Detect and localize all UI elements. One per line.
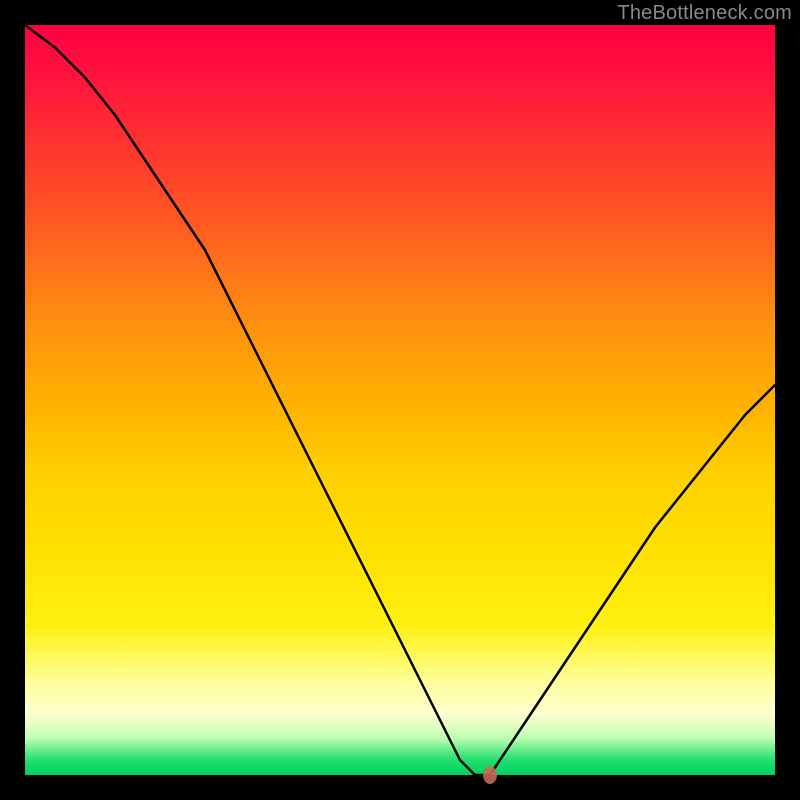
optimal-point-marker (483, 766, 497, 784)
plot-area (25, 25, 775, 775)
chart-frame: TheBottleneck.com (0, 0, 800, 800)
watermark-text: TheBottleneck.com (617, 2, 792, 25)
bottleneck-curve (25, 25, 775, 775)
